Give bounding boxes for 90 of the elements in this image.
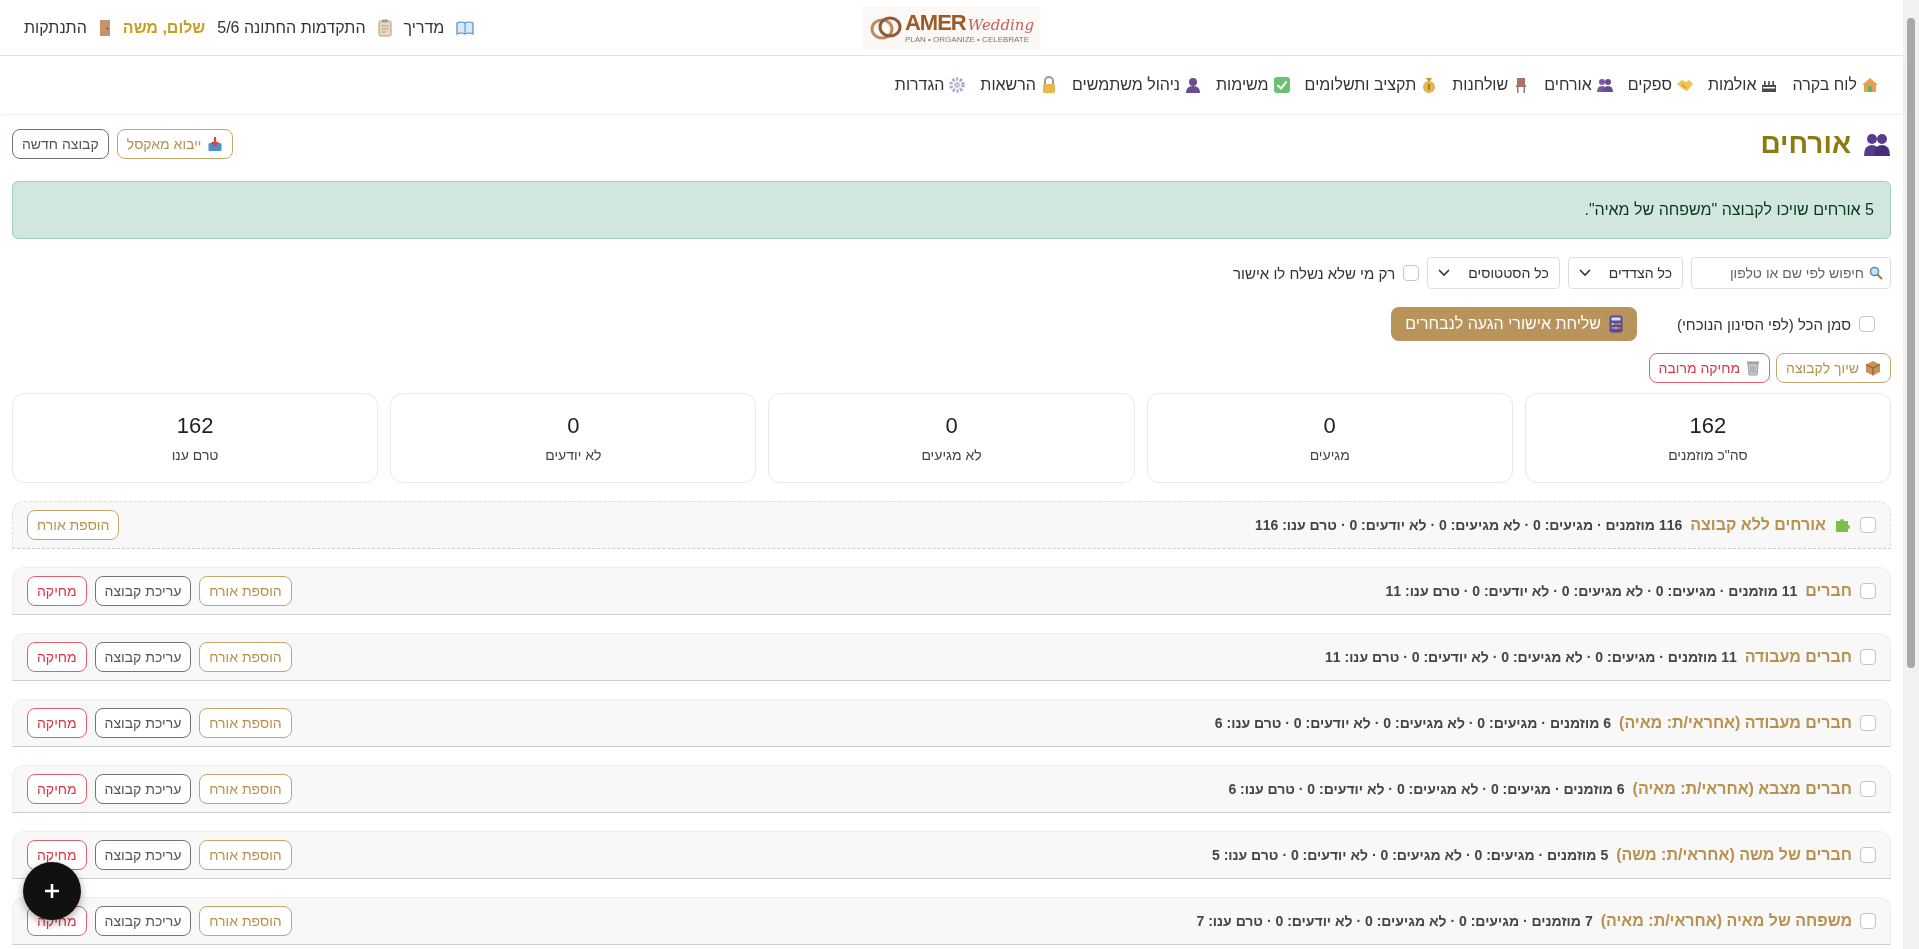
edit-group-button[interactable]: עריכת קבוצה <box>94 906 192 936</box>
nav-item[interactable]: אולמות <box>1707 75 1757 94</box>
group-name: משפחה של מאיה (אחראי/ת: מאיה) <box>1600 912 1852 930</box>
stat-value: 0 <box>945 413 958 439</box>
scrollbar[interactable] <box>1903 0 1919 949</box>
group-name: חברים <box>1805 582 1852 600</box>
delete-button[interactable]: מחיקה <box>27 576 87 606</box>
delete-button[interactable]: מחיקה <box>27 840 87 870</box>
group-name: חברים מעבודה <box>1744 648 1852 666</box>
header-link[interactable]: מדריך <box>403 18 445 37</box>
group-summary: 11 מוזמנים · מגיעים: 0 · לא מגיעים: 0 · לא יודעים: 0 · טרם ענו: 11 <box>1385 583 1798 599</box>
checkbox[interactable] <box>1859 316 1875 332</box>
nav-item[interactable]: לוח בקרה <box>1792 75 1857 94</box>
house-icon <box>1861 75 1879 94</box>
group-summary: 7 מוזמנים · מגיעים: 0 · לא מגיעים: 0 · לא יודעים: 0 · טרם ענו: 7 <box>1196 913 1593 929</box>
stat-label: לא מגיעים <box>921 447 982 463</box>
nav-item[interactable]: אורחים <box>1544 75 1592 94</box>
group-name: אורחים ללא קבוצה <box>1690 516 1826 534</box>
delete-button[interactable]: מחיקה <box>27 708 87 738</box>
edit-group-button[interactable]: עריכת קבוצה <box>94 576 192 606</box>
people-icon <box>1863 132 1891 156</box>
lock-icon <box>1040 75 1058 94</box>
checkbox[interactable] <box>1860 517 1876 533</box>
check-icon <box>1272 75 1291 94</box>
package-icon <box>1865 360 1881 376</box>
stat-label: לא יודעים <box>545 447 602 463</box>
book-icon <box>456 19 475 36</box>
person-icon <box>1184 75 1203 94</box>
header-link[interactable]: התנתקות <box>24 18 87 37</box>
logo-script: Wedding <box>967 17 1035 33</box>
nav-item[interactable]: הרשאות <box>980 75 1036 94</box>
edit-group-button[interactable]: עריכת קבוצה <box>94 642 192 672</box>
checkbox-label: סמן הכל (לפי הסינון הנוכחי) <box>1676 315 1851 333</box>
nav-item[interactable]: שולחנות <box>1452 75 1509 94</box>
header-link[interactable]: התקדמות החתונה 5/6 <box>217 18 366 37</box>
stat-value: 0 <box>1323 413 1336 439</box>
stat-value: 162 <box>176 413 214 439</box>
clipboard-icon <box>377 18 392 37</box>
page-title: אורחים <box>1760 128 1851 160</box>
search-icon <box>1869 266 1883 280</box>
nav-item[interactable]: ספקים <box>1627 75 1672 94</box>
stat-value: 162 <box>1689 413 1727 439</box>
search-field[interactable]: חיפוש לפי שם או טלפון <box>1691 257 1891 289</box>
logo[interactable]: AMERWedding PLAN • ORGANIZE • CELEBRATE <box>862 5 1041 50</box>
checkbox[interactable] <box>1860 715 1876 731</box>
logo-tagline: PLAN • ORGANIZE • CELEBRATE <box>904 35 1030 44</box>
nav-item[interactable]: תקציב ותשלומים <box>1304 75 1417 94</box>
checkbox[interactable] <box>1860 583 1876 599</box>
group-summary: 6 מוזמנים · מגיעים: 0 · לא מגיעים: 0 · לא יודעים: 0 · טרם ענו: 6 <box>1214 715 1612 731</box>
chevron-icon <box>1438 269 1451 277</box>
edit-group-button[interactable]: עריכת קבוצה <box>94 840 192 870</box>
group-summary: 5 מוזמנים · מגיעים: 0 · לא מגיעים: 0 · לא יודעים: 0 · טרם ענו: 5 <box>1211 847 1609 863</box>
logo-wordmark: AMER <box>904 11 966 34</box>
inbox-tray-icon <box>207 136 224 152</box>
new-group-button[interactable]: קבוצה חדשה <box>12 129 109 159</box>
puzzle-icon <box>1834 516 1852 534</box>
stat-label: טרם ענו <box>171 447 219 463</box>
delete-button[interactable]: מחיקה <box>27 642 87 672</box>
nav-item[interactable]: משימות <box>1216 75 1269 94</box>
dropdown[interactable]: כל הצדדים <box>1567 257 1683 289</box>
checkbox[interactable] <box>1860 649 1876 665</box>
group-name: חברים מעבודה (אחראי/ת: מאיה) <box>1619 714 1852 732</box>
success-alert: 5 אורחים שויכו לקבוצה "משפחה של מאיה". <box>12 181 1891 239</box>
stat-label: מגיעים <box>1309 447 1350 463</box>
dropdown[interactable]: כל הסטטוסים <box>1427 257 1560 289</box>
group-summary: 116 מוזמנים · מגיעים: 0 · לא מגיעים: 0 · לא יודעים: 0 · טרם ענו: 116 <box>1254 517 1683 533</box>
checkbox-label: רק מי שלא נשלח לו אישור <box>1233 264 1396 282</box>
calculator-icon <box>1608 315 1623 333</box>
gear-icon <box>948 75 967 94</box>
nav-item[interactable]: ניהול משתמשים <box>1072 75 1181 94</box>
plus-icon <box>44 883 60 899</box>
edit-group-button[interactable]: עריכת קבוצה <box>94 708 192 738</box>
group-summary: 11 מוזמנים · מגיעים: 0 · לא מגיעים: 0 · לא יודעים: 0 · טרם ענו: 11 <box>1325 649 1737 665</box>
checkbox[interactable] <box>1860 781 1876 797</box>
checkbox[interactable] <box>1860 913 1876 929</box>
stat-value: 0 <box>567 413 580 439</box>
edit-group-button[interactable]: עריכת קבוצה <box>94 774 192 804</box>
group-name: חברים של משה (אחראי/ת: משה) <box>1616 846 1852 864</box>
door-icon <box>98 18 111 37</box>
chevron-icon <box>1578 269 1591 277</box>
nav-item[interactable]: הגדרות <box>894 75 945 94</box>
stat-label: סה"כ מוזמנים <box>1668 447 1748 463</box>
group-summary: 6 מוזמנים · מגיעים: 0 · לא מגיעים: 0 · לא יודעים: 0 · טרם ענו: 6 <box>1228 781 1625 797</box>
checkbox[interactable] <box>1403 265 1420 281</box>
checkbox[interactable] <box>1860 847 1876 863</box>
greeting-text: שלום, משה <box>122 18 206 37</box>
delete-button[interactable]: מחיקה <box>27 774 87 804</box>
bulk-delete-button[interactable]: מחיקה מרובה <box>1648 353 1771 383</box>
trash-icon <box>1746 360 1761 376</box>
group-name: חברים מצבא (אחראי/ת: מאיה) <box>1632 780 1852 798</box>
